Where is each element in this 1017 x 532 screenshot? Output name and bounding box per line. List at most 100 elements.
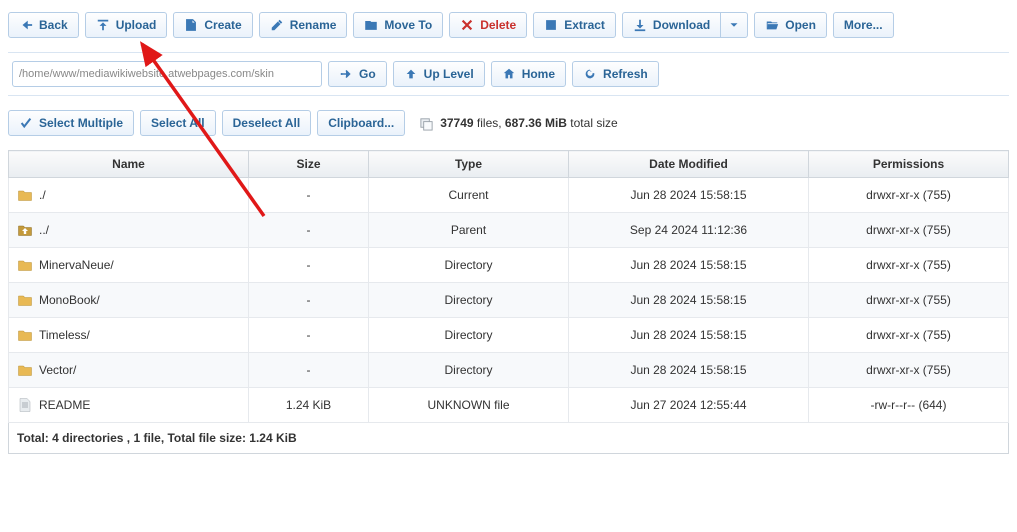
cell-name[interactable]: Vector/	[9, 353, 249, 388]
home-button[interactable]: Home	[491, 61, 566, 87]
open-icon	[765, 18, 779, 32]
home-label: Home	[522, 67, 555, 81]
up-label: Up Level	[424, 67, 474, 81]
folder-icon	[17, 362, 33, 378]
upload-button[interactable]: Upload	[85, 12, 168, 38]
cell-type: Current	[369, 178, 569, 213]
cell-size: -	[249, 248, 369, 283]
open-button[interactable]: Open	[754, 12, 827, 38]
cell-perm: drwxr-xr-x (755)	[809, 353, 1009, 388]
file-name: MinervaNeue/	[39, 258, 114, 272]
file-icon	[17, 397, 33, 413]
cell-date: Jun 28 2024 15:58:15	[569, 248, 809, 283]
move-label: Move To	[384, 18, 432, 32]
download-caret-button[interactable]	[720, 12, 748, 38]
download-split: Download	[622, 12, 748, 38]
back-icon	[19, 18, 33, 32]
refresh-button[interactable]: Refresh	[572, 61, 659, 87]
path-input[interactable]	[12, 61, 322, 87]
file-name: Vector/	[39, 363, 76, 377]
stack-icon	[419, 116, 434, 131]
more-button[interactable]: More...	[833, 12, 894, 38]
upload-icon	[96, 18, 110, 32]
extract-button[interactable]: Extract	[533, 12, 616, 38]
cell-date: Jun 28 2024 15:58:15	[569, 318, 809, 353]
select-multiple-button[interactable]: Select Multiple	[8, 110, 134, 136]
stats: 37749 files, 687.36 MiB total size	[419, 116, 617, 131]
more-label: More...	[844, 18, 883, 32]
cell-size: -	[249, 318, 369, 353]
go-icon	[339, 67, 353, 81]
table-header: Name Size Type Date Modified Permissions	[9, 151, 1009, 178]
clipboard-button[interactable]: Clipboard...	[317, 110, 405, 136]
selection-toolbar: Select Multiple Select All Deselect All …	[8, 106, 1009, 140]
up-icon	[404, 67, 418, 81]
cell-type: Directory	[369, 353, 569, 388]
cell-name[interactable]: ../	[9, 213, 249, 248]
file-count: 37749	[440, 116, 473, 130]
main-toolbar: Back Upload Create Rename Move To Delete…	[8, 8, 1009, 42]
delete-label: Delete	[480, 18, 516, 32]
col-size[interactable]: Size	[249, 151, 369, 178]
cell-perm: drwxr-xr-x (755)	[809, 248, 1009, 283]
cell-date: Jun 28 2024 15:58:15	[569, 178, 809, 213]
folder-up-icon	[17, 222, 33, 238]
upload-label: Upload	[116, 18, 157, 32]
cell-date: Jun 28 2024 15:58:15	[569, 353, 809, 388]
table-summary: Total: 4 directories , 1 file, Total fil…	[9, 423, 1009, 454]
col-type[interactable]: Type	[369, 151, 569, 178]
select-all-button[interactable]: Select All	[140, 110, 216, 136]
select-multiple-label: Select Multiple	[39, 116, 123, 130]
cell-type: Parent	[369, 213, 569, 248]
file-name: ./	[39, 188, 46, 202]
col-perm[interactable]: Permissions	[809, 151, 1009, 178]
cell-type: UNKNOWN file	[369, 388, 569, 423]
cell-type: Directory	[369, 248, 569, 283]
move-button[interactable]: Move To	[353, 12, 443, 38]
table-row[interactable]: ../-ParentSep 24 2024 11:12:36drwxr-xr-x…	[9, 213, 1009, 248]
check-icon	[19, 116, 33, 130]
folder-icon	[17, 292, 33, 308]
home-icon	[502, 67, 516, 81]
extract-label: Extract	[564, 18, 605, 32]
go-button[interactable]: Go	[328, 61, 387, 87]
select-all-label: Select All	[151, 116, 205, 130]
create-icon	[184, 18, 198, 32]
cell-name[interactable]: MinervaNeue/	[9, 248, 249, 283]
cell-name[interactable]: Timeless/	[9, 318, 249, 353]
col-date[interactable]: Date Modified	[569, 151, 809, 178]
col-name[interactable]: Name	[9, 151, 249, 178]
cell-name[interactable]: README	[9, 388, 249, 423]
create-button[interactable]: Create	[173, 12, 252, 38]
table-row[interactable]: MonoBook/-DirectoryJun 28 2024 15:58:15d…	[9, 283, 1009, 318]
cell-name[interactable]: MonoBook/	[9, 283, 249, 318]
table-row[interactable]: ./ -CurrentJun 28 2024 15:58:15drwxr-xr-x…	[9, 178, 1009, 213]
refresh-label: Refresh	[603, 67, 648, 81]
cell-perm: drwxr-xr-x (755)	[809, 178, 1009, 213]
rename-button[interactable]: Rename	[259, 12, 348, 38]
cell-type: Directory	[369, 283, 569, 318]
download-button[interactable]: Download	[622, 12, 721, 38]
download-label: Download	[653, 18, 710, 32]
table-row[interactable]: Vector/-DirectoryJun 28 2024 15:58:15drw…	[9, 353, 1009, 388]
move-icon	[364, 18, 378, 32]
delete-button[interactable]: Delete	[449, 12, 527, 38]
up-level-button[interactable]: Up Level	[393, 61, 485, 87]
folder-icon	[17, 187, 33, 203]
delete-icon	[460, 18, 474, 32]
table-row[interactable]: Timeless/-DirectoryJun 28 2024 15:58:15d…	[9, 318, 1009, 353]
deselect-all-button[interactable]: Deselect All	[222, 110, 312, 136]
file-table: Name Size Type Date Modified Permissions…	[8, 150, 1009, 454]
cell-perm: drwxr-xr-x (755)	[809, 213, 1009, 248]
cell-size: -	[249, 283, 369, 318]
total-size: 687.36 MiB	[505, 116, 567, 130]
table-row[interactable]: MinervaNeue/ -DirectoryJun 28 2024 15:58:…	[9, 248, 1009, 283]
cell-size: -	[249, 178, 369, 213]
back-button[interactable]: Back	[8, 12, 79, 38]
download-icon	[633, 18, 647, 32]
rename-icon	[270, 18, 284, 32]
cell-date: Sep 24 2024 11:12:36	[569, 213, 809, 248]
file-name: README	[39, 398, 90, 412]
table-row[interactable]: README1.24 KiBUNKNOWN fileJun 27 2024 12…	[9, 388, 1009, 423]
cell-name[interactable]: ./	[9, 178, 249, 213]
